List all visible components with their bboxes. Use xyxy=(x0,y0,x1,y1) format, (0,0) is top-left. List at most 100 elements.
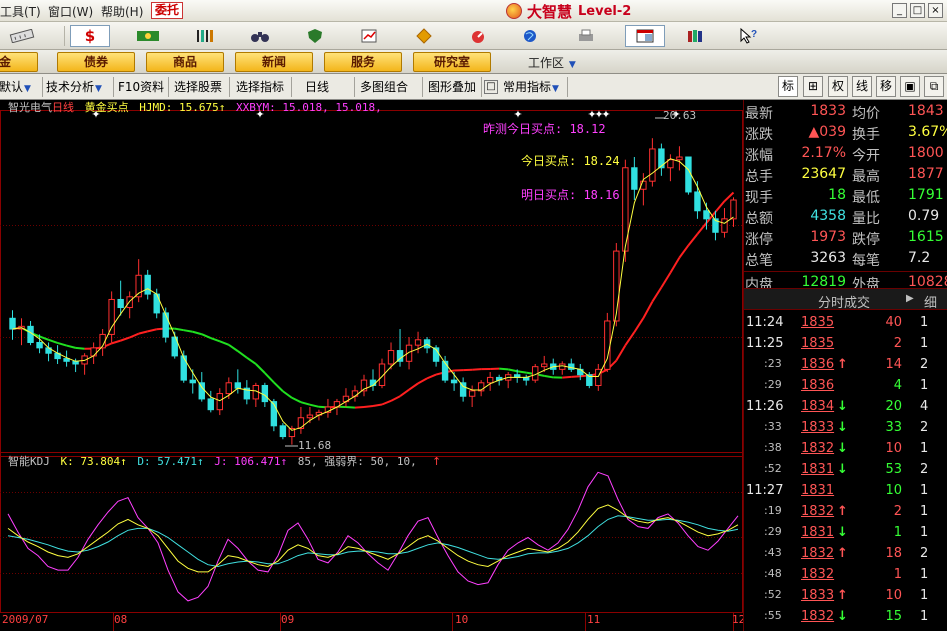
minimize-button[interactable]: _ xyxy=(892,3,907,18)
fb-toggle-box[interactable]: □ xyxy=(484,80,498,94)
print-icon[interactable] xyxy=(566,25,606,47)
close-button[interactable]: × xyxy=(928,3,943,18)
nav-news[interactable]: 新闻 xyxy=(235,52,313,72)
period-label: 日线 xyxy=(52,101,74,114)
quote-label: 最新 xyxy=(745,106,773,122)
tick-row: :19 1832 ↑ 2 1 xyxy=(744,501,947,522)
tick-row: 11:24 1835 40 1 xyxy=(744,312,947,333)
globe-icon[interactable] xyxy=(510,25,550,47)
tab-move[interactable]: 移 xyxy=(876,76,896,97)
tick-volume: 14 xyxy=(885,357,902,372)
tick-row: :55 1832 ↓ 15 1 xyxy=(744,606,947,627)
tab-quote[interactable]: 标 xyxy=(778,76,798,97)
barcode-icon[interactable] xyxy=(185,25,225,47)
tab-window[interactable]: ⧉ xyxy=(924,76,944,97)
main-legend: 智光电气日线 黄金买点 HJMD: 15.675↑ XXBYM: 15.018,… xyxy=(8,99,382,115)
candle-body xyxy=(225,382,233,395)
slow-ma-segment xyxy=(300,401,311,406)
kdj-k-line xyxy=(7,504,739,573)
kline-chart-area[interactable]: ✦ ✦ ✦ ✦ ✦ ✦ ✦ ↑ 智光电气日线 黄金买点 HJMD: 15.675↑ XXBYM… xyxy=(0,99,745,631)
tick-arrow-icon: ↑ xyxy=(837,504,848,519)
ticks-detail-tab[interactable]: 细 xyxy=(924,292,937,311)
tick-time: 11:24 xyxy=(746,315,784,330)
menu-window[interactable]: 窗口(W) xyxy=(48,3,93,20)
slow-ma-segment xyxy=(399,388,410,398)
tick-row: 11:26 1834 ↓ 20 4 xyxy=(744,396,947,417)
hjmd-value: 15.675↑ xyxy=(179,101,226,114)
fb-multi-chart[interactable]: 多图组合 xyxy=(360,74,408,100)
month-label: 10 xyxy=(455,613,469,626)
tick-arrow-icon: ↑ xyxy=(837,546,848,561)
fb-overlay[interactable]: 图形叠加 xyxy=(428,74,476,100)
chevron-down-icon: ▼ xyxy=(568,60,576,70)
nav-commodity[interactable]: 商品 xyxy=(146,52,224,72)
nav-service[interactable]: 服务 xyxy=(324,52,402,72)
tick-row: :38 1832 ↓ 10 1 xyxy=(744,438,947,459)
dollar-icon[interactable]: $ xyxy=(70,25,110,47)
slow-ma-segment xyxy=(642,301,654,319)
fb-period-daily[interactable]: 日线 xyxy=(305,74,329,100)
slow-ma-segment xyxy=(381,399,392,406)
quote-row: 总额 4358 量比 0.79 xyxy=(744,206,947,227)
quote-row: 现手 18 最低 1791 xyxy=(744,185,947,206)
candle-body xyxy=(676,156,683,161)
quote-value: ▲039 xyxy=(808,124,847,140)
help-pointer-icon[interactable]: ? xyxy=(729,25,769,47)
binoculars-icon[interactable] xyxy=(240,25,280,47)
quote-label: 最高 xyxy=(852,169,880,185)
nav-fund[interactable]: 基金 xyxy=(0,52,38,72)
tick-row: :52 1831 ↓ 53 2 xyxy=(744,459,947,480)
fb-select-stock[interactable]: 选择股票 xyxy=(174,74,222,100)
nav-bond[interactable]: 债券 xyxy=(57,52,135,72)
fb-default[interactable]: 默认▼ xyxy=(0,74,31,100)
tab-line[interactable]: 线 xyxy=(852,76,872,97)
tab-panel[interactable]: ▣ xyxy=(900,76,920,97)
candle-body xyxy=(36,341,43,349)
tick-count: 1 xyxy=(920,609,929,624)
tick-row: 11:25 1835 2 1 xyxy=(744,333,947,354)
candle-body xyxy=(703,210,710,220)
tick-price: 1835 xyxy=(801,315,835,330)
nav-research[interactable]: 研究室 xyxy=(413,52,491,72)
tick-volume: 10 xyxy=(885,441,902,456)
function-bar: 默认▼ 技术分析▼ F10资料 选择股票 选择指标 日线 多图组合 图形叠加 □… xyxy=(0,74,947,100)
fb-tech-analysis[interactable]: 技术分析▼ xyxy=(46,74,102,100)
tick-time: :29 xyxy=(764,378,782,391)
kline-chart-svg[interactable]: ✦ ✦ ✦ ✦✦✦ ✦↑ xyxy=(0,100,743,631)
books-icon[interactable] xyxy=(676,25,716,47)
quote-label: 换手 xyxy=(852,127,880,143)
menu-tools[interactable]: 工具(T) xyxy=(0,3,41,20)
trade-button[interactable]: 委托 xyxy=(151,2,183,19)
shield-icon[interactable] xyxy=(295,25,335,47)
gauge-icon[interactable] xyxy=(458,25,498,47)
tab-grid[interactable]: ⊞ xyxy=(803,76,823,97)
ruler-icon[interactable] xyxy=(2,25,42,47)
slow-ma-segment xyxy=(48,338,58,344)
candle-body xyxy=(261,384,269,403)
slow-ma-segment xyxy=(615,344,627,362)
workarea-label[interactable]: 工作区 ▼ xyxy=(528,54,576,71)
tick-time: :38 xyxy=(764,441,782,454)
fb-f10[interactable]: F10资料 xyxy=(118,74,164,100)
money-flow-icon[interactable] xyxy=(128,25,168,47)
quote-row: 总手 23647 最高 1877 xyxy=(744,164,947,185)
candle-body xyxy=(387,350,395,365)
arrow-right-icon[interactable]: ▶ xyxy=(906,293,914,304)
fb-select-indicator[interactable]: 选择指标 xyxy=(236,74,284,100)
main-panel-frame xyxy=(0,110,743,457)
chart-flag-icon[interactable] xyxy=(350,25,390,47)
maximize-button[interactable]: □ xyxy=(910,3,925,18)
quote-label: 均价 xyxy=(852,106,880,122)
candle-body xyxy=(577,368,584,376)
kdj-j-value: J: 106.471↑ xyxy=(214,455,288,468)
menu-help[interactable]: 帮助(H) xyxy=(101,3,143,20)
fb-common-indicator[interactable]: 常用指标▼ xyxy=(503,74,559,100)
strong-weak-values: 85, 强弱界: 50, 10, xyxy=(297,455,417,468)
window-layout-icon[interactable] xyxy=(625,25,665,47)
candle-body xyxy=(541,363,548,368)
diamond-icon[interactable] xyxy=(404,25,444,47)
slow-ma-segment xyxy=(147,328,157,333)
tick-volume: 10 xyxy=(885,588,902,603)
tab-rights[interactable]: 权 xyxy=(828,76,848,97)
candle-body xyxy=(279,425,287,438)
